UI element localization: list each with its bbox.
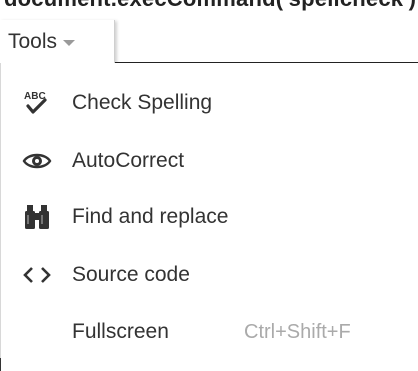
menu-item-label: Find and replace [72,205,229,228]
menu-left-edge-mark [0,358,1,371]
tools-menu-label: Tools [8,30,58,53]
tools-menu-button[interactable]: Tools [0,20,115,64]
code-icon [21,259,53,291]
partial-page-text: document.execCommand('spellcheck') and s… [4,0,418,12]
binoculars-icon [21,201,53,233]
chevron-down-icon [63,40,76,46]
menu-item-find-and-replace[interactable]: Find and replace [1,189,418,245]
eye-icon [21,145,53,177]
menu-item-label: Source code [72,263,190,286]
page-content-top: document.execCommand('spellcheck') and s… [0,0,418,20]
menu-item-check-spelling[interactable]: ABC Check Spelling [1,75,418,131]
tools-dropdown-menu: ABC Check Spelling AutoCorrect Find and … [0,63,418,371]
menu-item-fullscreen[interactable]: Fullscreen Ctrl+Shift+F [1,304,418,360]
menu-item-label: Fullscreen [72,320,169,343]
menu-item-label: Check Spelling [72,91,213,114]
menu-item-source-code[interactable]: Source code [1,247,418,303]
menu-item-shortcut: Ctrl+Shift+F [244,320,351,343]
menu-item-autocorrect[interactable]: AutoCorrect [1,133,418,189]
menu-item-label: AutoCorrect [72,149,185,172]
spellcheck-icon: ABC [21,87,53,119]
editor-tools-menu-view: document.execCommand('spellcheck') and s… [0,0,418,371]
